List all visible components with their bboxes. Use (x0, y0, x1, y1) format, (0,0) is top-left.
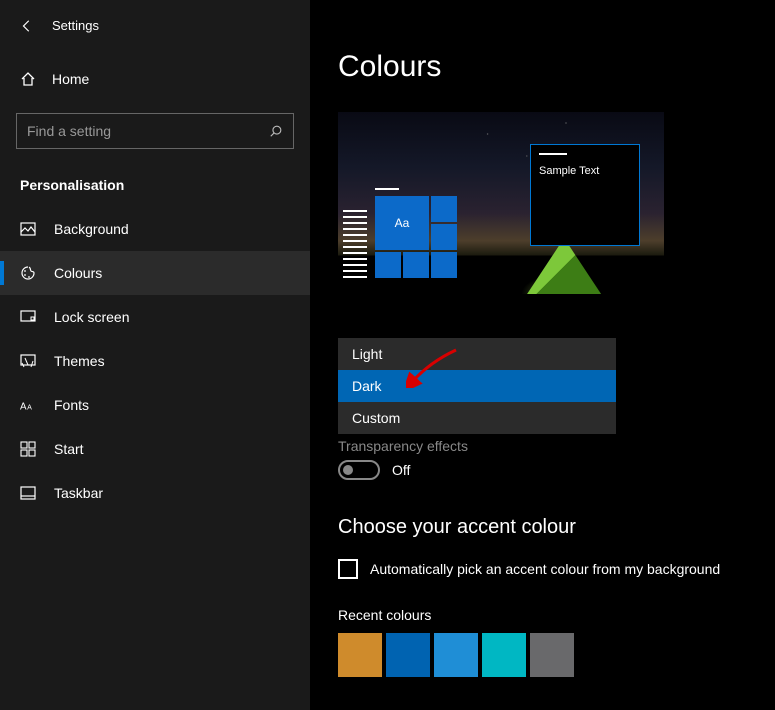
transparency-state: Off (392, 462, 410, 478)
recent-colours-swatches (338, 633, 747, 677)
nav-colours[interactable]: Colours (0, 251, 310, 295)
nav-fonts[interactable]: AA Fonts (0, 383, 310, 427)
preview-sample-text: Sample Text (539, 165, 631, 177)
nav-start[interactable]: Start (0, 427, 310, 471)
nav-label: Lock screen (54, 309, 129, 325)
svg-text:A: A (27, 403, 32, 411)
image-icon (20, 221, 38, 237)
sidebar: Settings Home Personalisation Background… (0, 0, 310, 710)
preview-taskbar: Aa (343, 196, 457, 278)
nav-lockscreen[interactable]: Lock screen (0, 295, 310, 339)
transparency-toggle-row: Off (338, 460, 747, 480)
preview-tiles: Aa (375, 196, 457, 278)
nav-taskbar[interactable]: Taskbar (0, 471, 310, 515)
fonts-icon: AA (20, 398, 38, 412)
recent-colours-label: Recent colours (338, 607, 747, 623)
transparency-label: Transparency effects (338, 438, 747, 454)
accent-section-title: Choose your accent colour (338, 516, 747, 539)
nav-label: Start (54, 441, 84, 457)
nav-label: Background (54, 221, 129, 237)
nav-background[interactable]: Background (0, 207, 310, 251)
colour-swatch[interactable] (530, 633, 574, 677)
dropdown-option-light[interactable]: Light (338, 338, 616, 370)
auto-accent-label: Automatically pick an accent colour from… (370, 561, 720, 577)
start-icon (20, 441, 38, 457)
search-icon (269, 124, 283, 138)
themes-icon (20, 353, 38, 369)
toggle-knob-icon (343, 465, 353, 475)
colour-swatch[interactable] (434, 633, 478, 677)
theme-preview: Sample Text Aa (338, 112, 664, 296)
home-icon (20, 71, 36, 87)
page-title: Colours (338, 50, 747, 84)
preview-tent (527, 238, 601, 294)
dropdown-option-dark[interactable]: Dark (338, 370, 616, 402)
nav-label: Taskbar (54, 485, 103, 501)
window-header: Settings (0, 10, 310, 41)
taskbar-icon (20, 485, 38, 501)
home-label: Home (52, 71, 89, 87)
nav-label: Colours (54, 265, 102, 281)
preview-window: Sample Text (530, 144, 640, 246)
category-header: Personalisation (0, 163, 310, 207)
preview-tile-aa: Aa (375, 196, 429, 250)
nav-label: Themes (54, 353, 105, 369)
colour-swatch[interactable] (338, 633, 382, 677)
preview-systray (343, 210, 367, 278)
preview-window-titlebar (539, 153, 567, 155)
search-input[interactable] (27, 123, 269, 139)
transparency-toggle[interactable] (338, 460, 380, 480)
svg-text:A: A (20, 401, 27, 412)
colour-mode-dropdown[interactable]: Light Dark Custom (338, 338, 616, 434)
auto-accent-checkbox[interactable] (338, 559, 358, 579)
auto-accent-row: Automatically pick an accent colour from… (338, 559, 747, 579)
colour-swatch[interactable] (482, 633, 526, 677)
home-nav[interactable]: Home (0, 59, 310, 99)
search-box[interactable] (16, 113, 294, 149)
nav-themes[interactable]: Themes (0, 339, 310, 383)
window-title: Settings (52, 18, 99, 33)
back-icon[interactable] (20, 19, 34, 33)
main-content: Colours Sample Text Aa Light (310, 0, 775, 710)
palette-icon (20, 265, 38, 281)
dropdown-option-custom[interactable]: Custom (338, 402, 616, 434)
nav-label: Fonts (54, 397, 89, 413)
lockscreen-icon (20, 309, 38, 325)
colour-swatch[interactable] (386, 633, 430, 677)
